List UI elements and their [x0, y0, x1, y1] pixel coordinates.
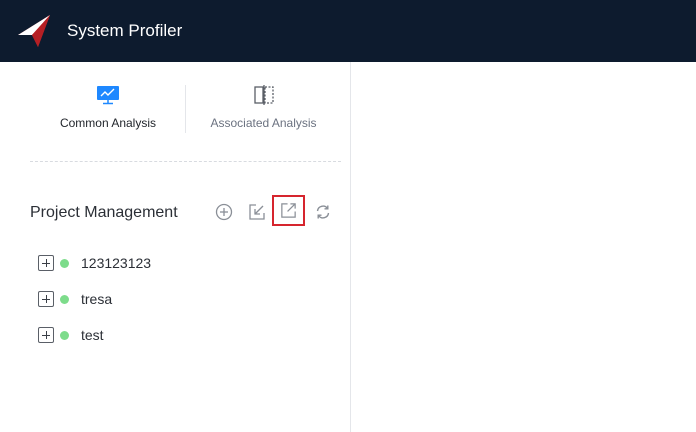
import-arrow-icon — [249, 204, 265, 220]
split-compare-icon — [253, 85, 274, 105]
tab-associated-analysis-label: Associated Analysis — [210, 116, 317, 130]
logo-icon — [18, 15, 50, 47]
expand-toggle[interactable] — [38, 255, 54, 271]
project-name: test — [81, 327, 104, 343]
status-dot — [60, 259, 69, 268]
expand-toggle[interactable] — [38, 291, 54, 307]
export-project-button[interactable] — [272, 195, 305, 226]
export-arrow-icon — [281, 203, 296, 218]
tab-common-analysis-label: Common Analysis — [59, 116, 157, 130]
add-project-button[interactable] — [214, 202, 234, 222]
top-bar: System Profiler — [0, 0, 696, 62]
project-row-test[interactable]: test — [38, 325, 328, 345]
status-dot — [60, 295, 69, 304]
status-dot — [60, 331, 69, 340]
project-management-title: Project Management — [30, 204, 178, 221]
project-name: tresa — [81, 291, 113, 307]
tab-divider — [185, 85, 186, 133]
tab-common-analysis[interactable]: Common Analysis — [40, 84, 176, 136]
tab-associated-analysis[interactable]: Associated Analysis — [195, 84, 332, 136]
project-name: 123123123 — [81, 255, 152, 271]
sidebar: Common Analysis Associated Analysis Proj… — [0, 62, 351, 432]
project-row-tresa[interactable]: tresa — [38, 289, 328, 309]
refresh-icon — [316, 205, 330, 219]
refresh-button[interactable] — [313, 202, 333, 222]
project-row-123123123[interactable]: 123123123 — [38, 253, 328, 273]
section-separator — [30, 161, 341, 162]
monitor-chart-icon — [97, 86, 119, 105]
expand-toggle[interactable] — [38, 327, 54, 343]
app-title: System Profiler — [67, 21, 183, 40]
import-project-button[interactable] — [247, 202, 267, 222]
add-circle-icon — [215, 203, 233, 221]
main-content-area — [352, 62, 696, 432]
